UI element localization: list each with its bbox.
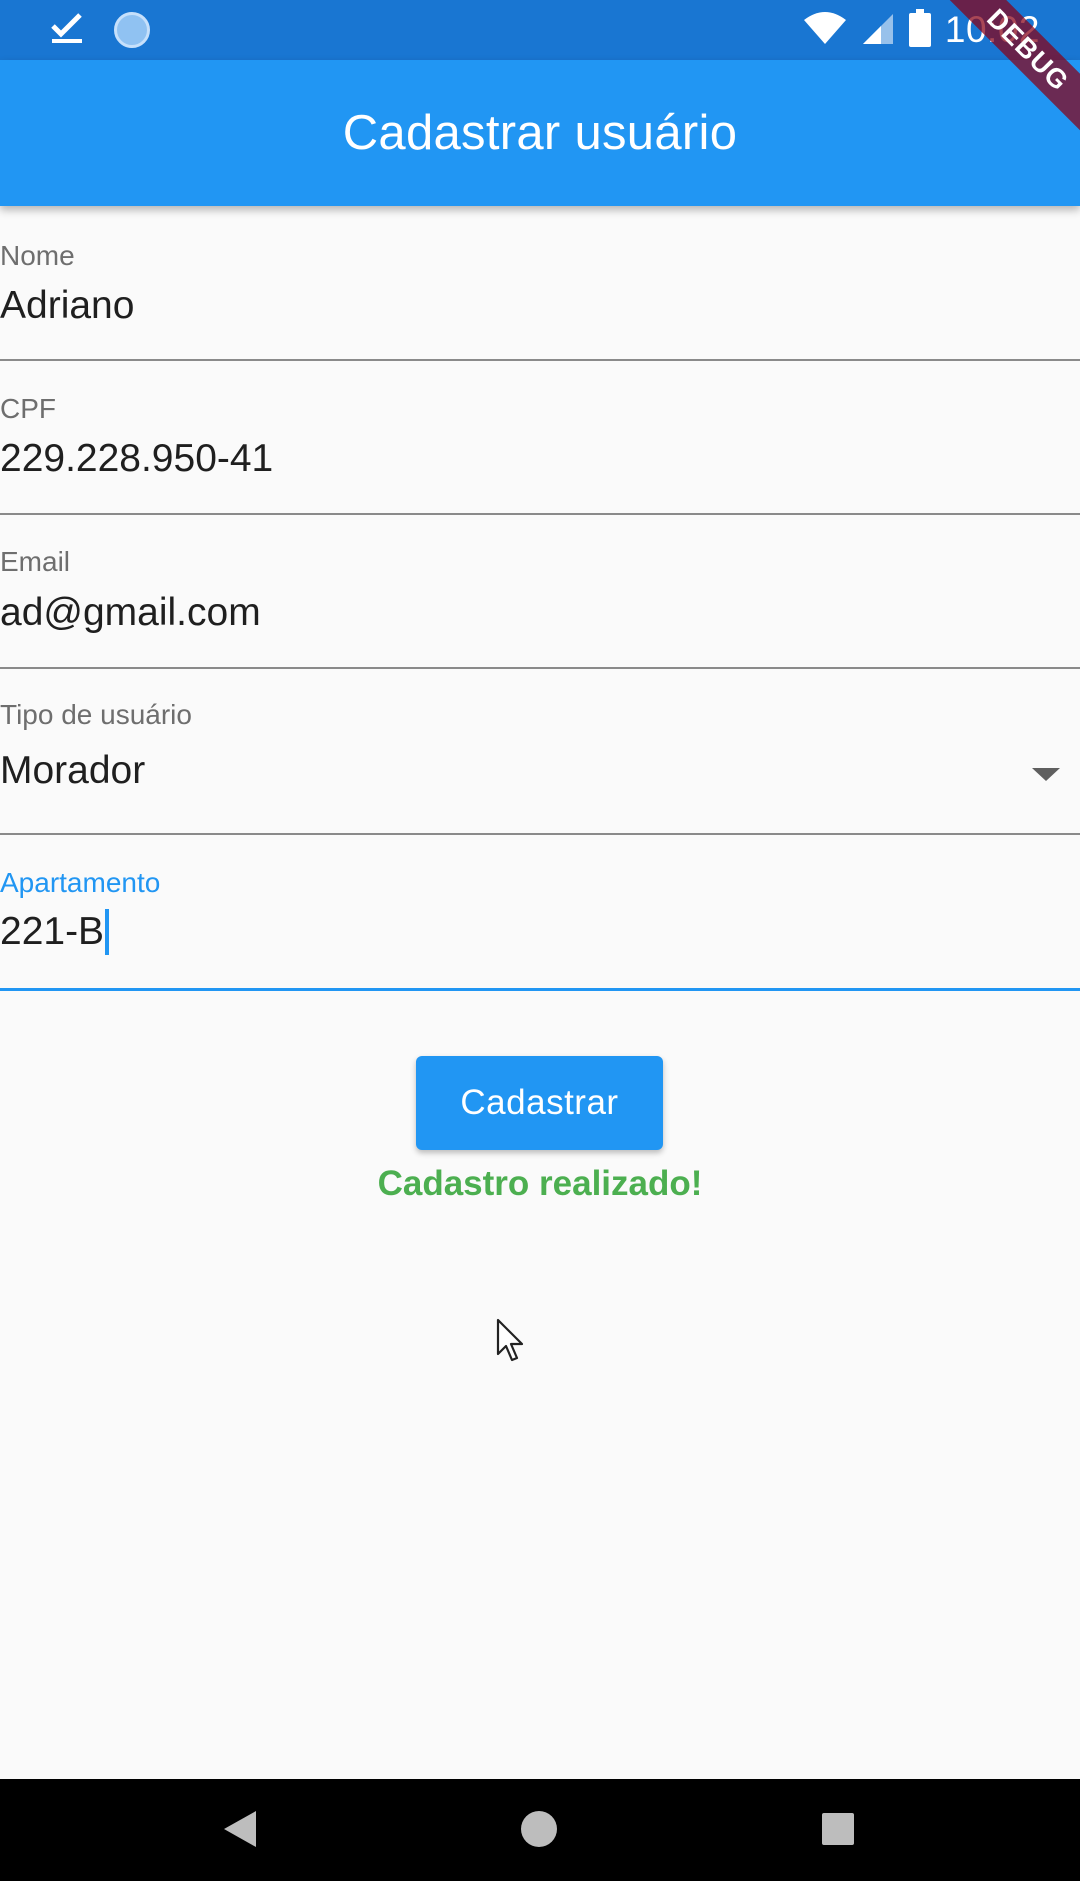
battery-icon xyxy=(908,8,931,52)
tipo-usuario-value[interactable]: Morador xyxy=(0,749,145,793)
nome-field[interactable]: Nome Adriano xyxy=(0,206,1080,361)
nome-label: Nome xyxy=(0,240,75,271)
app-bar: Cadastrar usuário xyxy=(0,60,1080,206)
apartamento-input[interactable]: 221-B xyxy=(0,909,110,955)
dropdown-arrow-icon[interactable] xyxy=(1032,768,1060,781)
page-title: Cadastrar usuário xyxy=(342,106,738,160)
nome-input[interactable]: Adriano xyxy=(0,284,134,328)
cadastrar-button[interactable]: Cadastrar xyxy=(416,1056,663,1150)
status-left-icons xyxy=(50,10,150,50)
cpf-field[interactable]: CPF 229.228.950-41 xyxy=(0,361,1080,515)
success-message: Cadastro realizado! xyxy=(377,1164,703,1203)
status-bar: 10:02 xyxy=(0,0,1080,60)
apartamento-field[interactable]: Apartamento 221-B xyxy=(0,835,1080,991)
circle-notification-icon xyxy=(114,12,150,48)
email-input[interactable]: ad@gmail.com xyxy=(0,591,261,635)
cell-signal-icon xyxy=(861,11,895,50)
check-download-icon xyxy=(50,11,84,50)
tipo-usuario-dropdown[interactable]: Tipo de usuário Morador xyxy=(0,669,1080,835)
home-icon[interactable] xyxy=(521,1811,557,1847)
apartamento-value: 221-B xyxy=(0,910,105,953)
apartamento-label: Apartamento xyxy=(0,867,161,898)
email-label: Email xyxy=(0,546,71,577)
text-cursor xyxy=(105,909,110,955)
email-field[interactable]: Email ad@gmail.com xyxy=(0,515,1080,669)
registration-form: Nome Adriano CPF 229.228.950-41 Email ad… xyxy=(0,206,1080,991)
cpf-label: CPF xyxy=(0,393,56,424)
recents-icon[interactable] xyxy=(822,1813,854,1845)
wifi-icon xyxy=(803,11,847,50)
navigation-bar xyxy=(0,1779,1080,1881)
cpf-input[interactable]: 229.228.950-41 xyxy=(0,437,273,481)
mouse-pointer-icon xyxy=(496,1318,526,1369)
back-icon[interactable] xyxy=(224,1811,256,1847)
tipo-usuario-label: Tipo de usuário xyxy=(0,699,192,730)
